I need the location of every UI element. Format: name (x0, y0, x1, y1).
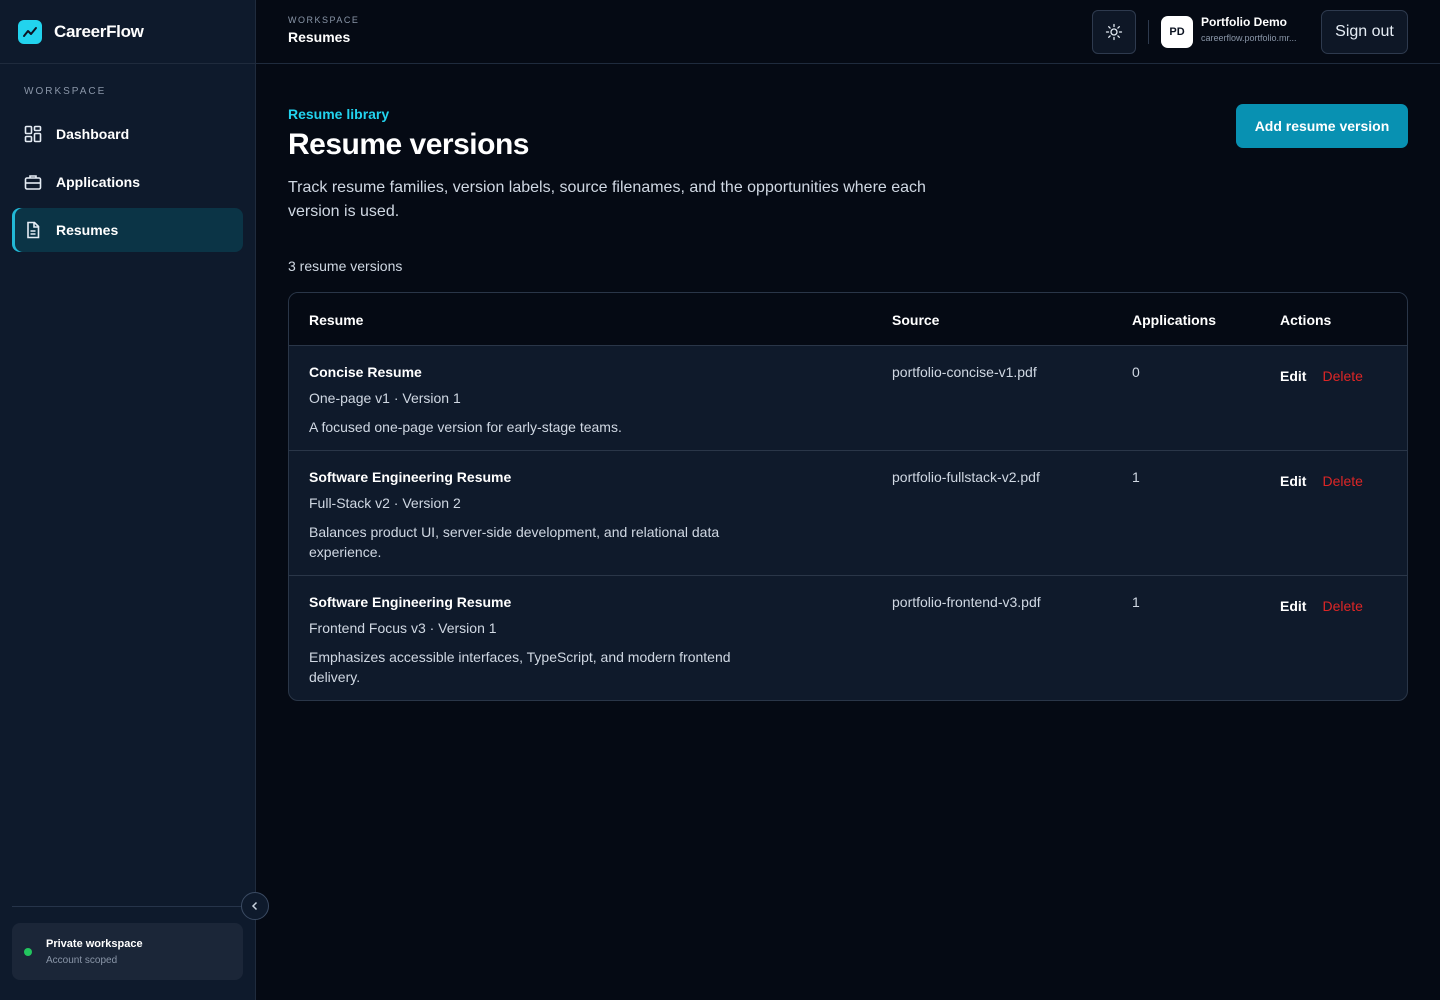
status-dot (24, 947, 32, 956)
sidebar-item-label: Resumes (56, 222, 119, 238)
workspace-subtitle: Account scoped (46, 954, 118, 966)
resume-cell: Software Engineering Resume Full-Stack v… (309, 469, 769, 562)
header-divider (1148, 20, 1149, 44)
breadcrumb: Workspace Resumes (288, 15, 359, 45)
brand[interactable]: CareerFlow (0, 0, 255, 64)
resume-description: Balances product UI, server-side develop… (309, 524, 720, 560)
sign-out-button[interactable]: Sign out (1321, 10, 1408, 54)
top-header: Workspace Resumes PD Portfolio Demo care… (256, 0, 1440, 64)
sidebar-divider (12, 906, 243, 907)
sidebar-item-label: Dashboard (56, 126, 130, 142)
workspace-card: Private workspace Account scoped (12, 923, 243, 980)
sidebar-item-label: Applications (56, 174, 141, 190)
chevron-left-icon (251, 901, 258, 911)
page-description: Track resume families, version labels, s… (288, 179, 926, 220)
page-eyebrow: Resume library (288, 106, 390, 122)
resume-count: 3 resume versions (288, 258, 403, 274)
resume-version-label: Full-Stack v2 · Version 2 (309, 495, 461, 511)
edit-button[interactable]: Edit (1280, 598, 1306, 614)
edit-button[interactable]: Edit (1280, 368, 1306, 384)
page-title: Resume versions (288, 128, 529, 161)
sidebar-section-label: Workspace (24, 86, 107, 97)
row-actions: Edit Delete (1280, 598, 1363, 614)
column-header-actions: Actions (1280, 312, 1332, 328)
delete-button[interactable]: Delete (1322, 598, 1362, 614)
resume-version-label: One-page v1 · Version 1 (309, 390, 461, 406)
resume-name: Software Engineering Resume (309, 469, 512, 485)
resume-applications-count: 1 (1132, 594, 1140, 610)
resume-table: Resume Source Applications Actions Conci… (288, 292, 1408, 701)
sidebar-nav: Dashboard Applications Resumes (0, 108, 255, 252)
brand-name: CareerFlow (54, 21, 144, 41)
theme-toggle-button[interactable] (1092, 10, 1136, 54)
resume-applications-count: 1 (1132, 469, 1140, 485)
avatar[interactable]: PD (1161, 16, 1193, 48)
table-header: Resume Source Applications Actions (289, 293, 1407, 346)
resume-description: Emphasizes accessible interfaces, TypeSc… (309, 649, 731, 685)
add-resume-version-button[interactable]: Add resume version (1236, 104, 1408, 148)
trend-chart-icon (18, 19, 42, 44)
resume-description: A focused one-page version for early-sta… (309, 419, 622, 435)
briefcase-icon (24, 175, 42, 190)
resume-version-label: Frontend Focus v3 · Version 1 (309, 620, 497, 636)
resume-cell: Software Engineering Resume Frontend Foc… (309, 594, 769, 687)
column-header-source: Source (892, 312, 940, 328)
user-email: careerflow.portfolio.mr... (1201, 33, 1297, 43)
row-actions: Edit Delete (1280, 368, 1363, 384)
dashboard-icon (24, 125, 42, 143)
user-name: Portfolio Demo (1201, 15, 1287, 29)
column-header-resume: Resume (309, 312, 364, 328)
sidebar-footer: Private workspace Account scoped (12, 892, 269, 980)
table-row: Concise Resume One-page v1 · Version 1 A… (289, 346, 1407, 451)
collapse-sidebar-button[interactable] (241, 892, 269, 920)
resume-name: Software Engineering Resume (309, 594, 512, 610)
sidebar-item-dashboard[interactable]: Dashboard (12, 112, 243, 156)
resume-cell: Concise Resume One-page v1 · Version 1 A… (309, 364, 769, 437)
breadcrumb-section: Workspace (288, 15, 360, 25)
workspace-title: Private workspace (46, 937, 143, 950)
delete-button[interactable]: Delete (1322, 473, 1362, 489)
column-header-applications: Applications (1132, 312, 1217, 328)
document-icon (27, 221, 40, 239)
breadcrumb-title: Resumes (288, 29, 351, 45)
resume-source: portfolio-fullstack-v2.pdf (892, 469, 1040, 485)
resume-name: Concise Resume (309, 364, 422, 380)
table-row: Software Engineering Resume Full-Stack v… (289, 451, 1407, 576)
sidebar-item-applications[interactable]: Applications (12, 160, 243, 204)
row-actions: Edit Delete (1280, 473, 1363, 489)
sidebar-item-resumes[interactable]: Resumes (12, 208, 243, 252)
resume-source: portfolio-concise-v1.pdf (892, 364, 1037, 380)
sidebar: CareerFlow Workspace Dashboard Applicati… (0, 0, 269, 1000)
table-row: Software Engineering Resume Frontend Foc… (289, 576, 1407, 700)
user-info: Portfolio Demo careerflow.portfolio.mr..… (1201, 15, 1313, 43)
resume-applications-count: 0 (1132, 364, 1140, 380)
resume-source: portfolio-frontend-v3.pdf (892, 594, 1041, 610)
delete-button[interactable]: Delete (1322, 368, 1362, 384)
sun-icon (1105, 23, 1123, 41)
edit-button[interactable]: Edit (1280, 473, 1306, 489)
